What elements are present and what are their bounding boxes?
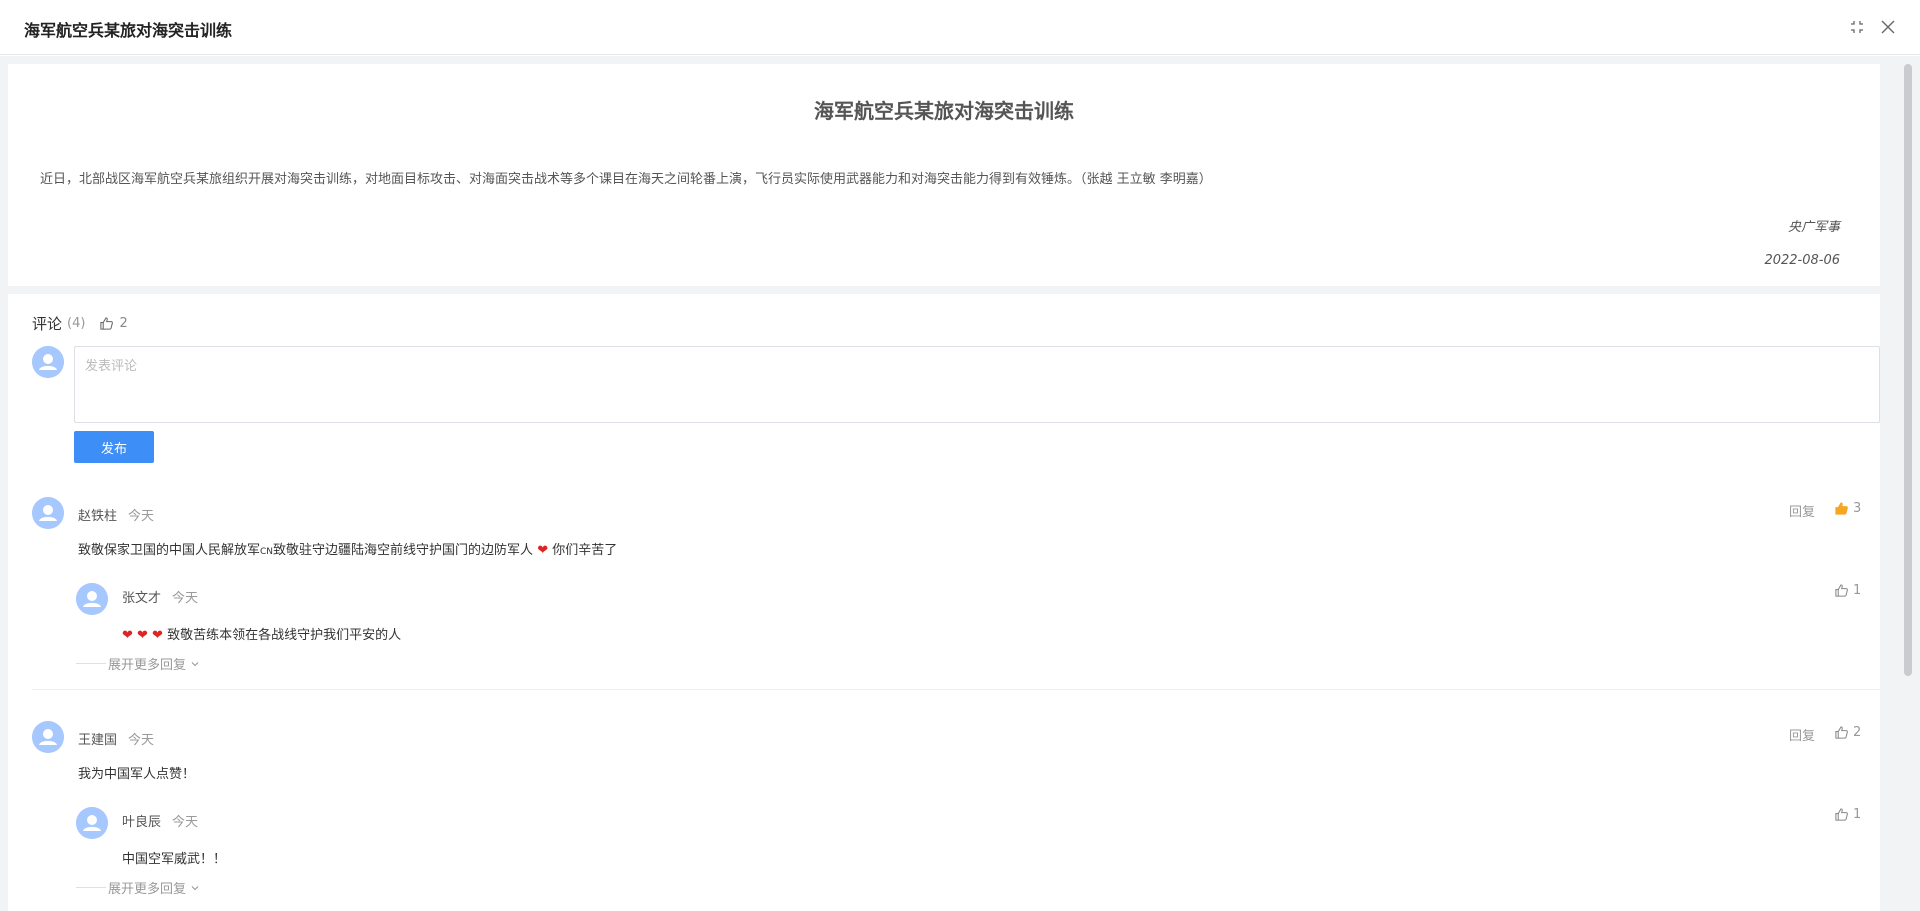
comment-time: 今天 bbox=[128, 509, 155, 524]
article-like-button[interactable]: 2 bbox=[99, 316, 128, 331]
expand-line bbox=[76, 887, 106, 888]
reply-like-count: 1 bbox=[1853, 807, 1862, 822]
reply-author[interactable]: 张文才 bbox=[122, 587, 161, 606]
article-content: 近日，北部战区海军航空兵某旅组织开展对海突击训练，对地面目标攻击、对海面突击战术… bbox=[40, 172, 1212, 187]
reply-like-count: 1 bbox=[1853, 583, 1862, 598]
expand-line bbox=[76, 663, 106, 664]
reply-text: ❤ ❤ ❤ 致敬苦练本领在各战线守护我们平安的人 bbox=[122, 624, 401, 643]
comment-divider bbox=[32, 689, 1880, 690]
comment-text-part: 致敬保家卫国的中国人民解放军 bbox=[78, 543, 261, 558]
comment-input[interactable] bbox=[74, 346, 1880, 423]
comment-text-part: 你们辛苦了 bbox=[552, 543, 618, 558]
reply-text: 中国空军威武！！ bbox=[122, 852, 227, 867]
article-date: 2022-08-06 bbox=[1764, 253, 1840, 268]
dialog-header: 海军航空兵某旅对海突击训练 bbox=[0, 0, 1920, 55]
comment-like-count: 3 bbox=[1853, 501, 1862, 516]
expand-replies-link[interactable]: 展开更多回复 bbox=[76, 654, 200, 673]
reply-button[interactable]: 回复 bbox=[1789, 501, 1815, 520]
exit-fullscreen-icon[interactable] bbox=[1848, 18, 1866, 36]
comment-author[interactable]: 赵铁柱 bbox=[78, 505, 117, 524]
reply-like-button[interactable]: 1 bbox=[1834, 807, 1861, 822]
expand-label: 展开更多回复 bbox=[108, 658, 187, 673]
heart-icon: ❤ bbox=[537, 543, 549, 558]
article-like-count: 2 bbox=[119, 316, 128, 331]
thumbs-up-icon bbox=[1835, 808, 1848, 821]
reply-button[interactable]: 回复 bbox=[1789, 725, 1815, 744]
comment-avatar bbox=[32, 721, 64, 753]
reply-like-button[interactable]: 1 bbox=[1834, 583, 1861, 598]
comment-time: 今天 bbox=[128, 733, 155, 748]
comment-avatar bbox=[32, 497, 64, 529]
article-card: 海军航空兵某旅对海突击训练 近日，北部战区海军航空兵某旅组织开展对海突击训练，对… bbox=[8, 64, 1880, 286]
comments-panel: 评论 (4) 2 发布 赵铁柱 今天 回复 3 致敬保家卫国的中国人民解放军CN… bbox=[8, 294, 1880, 911]
reply-time: 今天 bbox=[172, 815, 199, 830]
dialog-body: 海军航空兵某旅对海突击训练 近日，北部战区海军航空兵某旅组织开展对海突击训练，对… bbox=[0, 56, 1920, 911]
thumbs-up-icon bbox=[1835, 726, 1848, 739]
chevron-down-icon bbox=[191, 661, 199, 666]
close-icon[interactable] bbox=[1879, 18, 1897, 36]
comment-like-count: 2 bbox=[1853, 725, 1862, 740]
reply-author[interactable]: 叶良辰 bbox=[122, 811, 161, 830]
thumbs-up-icon bbox=[100, 317, 114, 330]
comment-text-part: 致敬驻守边疆陆海空前线守护国门的边防军人 bbox=[273, 543, 534, 558]
expand-label: 展开更多回复 bbox=[108, 882, 187, 897]
comments-count: (4) bbox=[67, 316, 86, 331]
comments-header: 评论 (4) 2 bbox=[32, 313, 128, 334]
comment-like-button[interactable]: 3 bbox=[1834, 501, 1861, 516]
comment-text: 致敬保家卫国的中国人民解放军CN致敬驻守边疆陆海空前线守护国门的边防军人 ❤ 你… bbox=[78, 539, 617, 558]
article-source: 央广军事 bbox=[1787, 220, 1840, 235]
comment-text: 我为中国军人点赞！ bbox=[78, 767, 196, 782]
flag-text: CN bbox=[260, 547, 274, 557]
scrollbar-thumb[interactable] bbox=[1904, 64, 1912, 676]
thumbs-up-filled-icon bbox=[1835, 502, 1848, 515]
publish-button[interactable]: 发布 bbox=[74, 431, 154, 463]
comments-title: 评论 bbox=[32, 315, 63, 333]
current-user-avatar bbox=[32, 346, 64, 378]
reply-avatar bbox=[76, 807, 108, 839]
reply-avatar bbox=[76, 583, 108, 615]
comment-author[interactable]: 王建国 bbox=[78, 729, 117, 748]
reply-text-part: 致敬苦练本领在各战线守护我们平安的人 bbox=[167, 628, 402, 643]
thumbs-up-icon bbox=[1835, 584, 1848, 597]
reply-time: 今天 bbox=[172, 591, 199, 606]
chevron-down-icon bbox=[191, 885, 199, 890]
comment-like-button[interactable]: 2 bbox=[1834, 725, 1861, 740]
expand-replies-link[interactable]: 展开更多回复 bbox=[76, 878, 200, 897]
heart-icon: ❤ ❤ ❤ bbox=[122, 628, 163, 643]
article-title: 海军航空兵某旅对海突击训练 bbox=[814, 99, 1074, 123]
dialog-title: 海军航空兵某旅对海突击训练 bbox=[24, 21, 233, 40]
